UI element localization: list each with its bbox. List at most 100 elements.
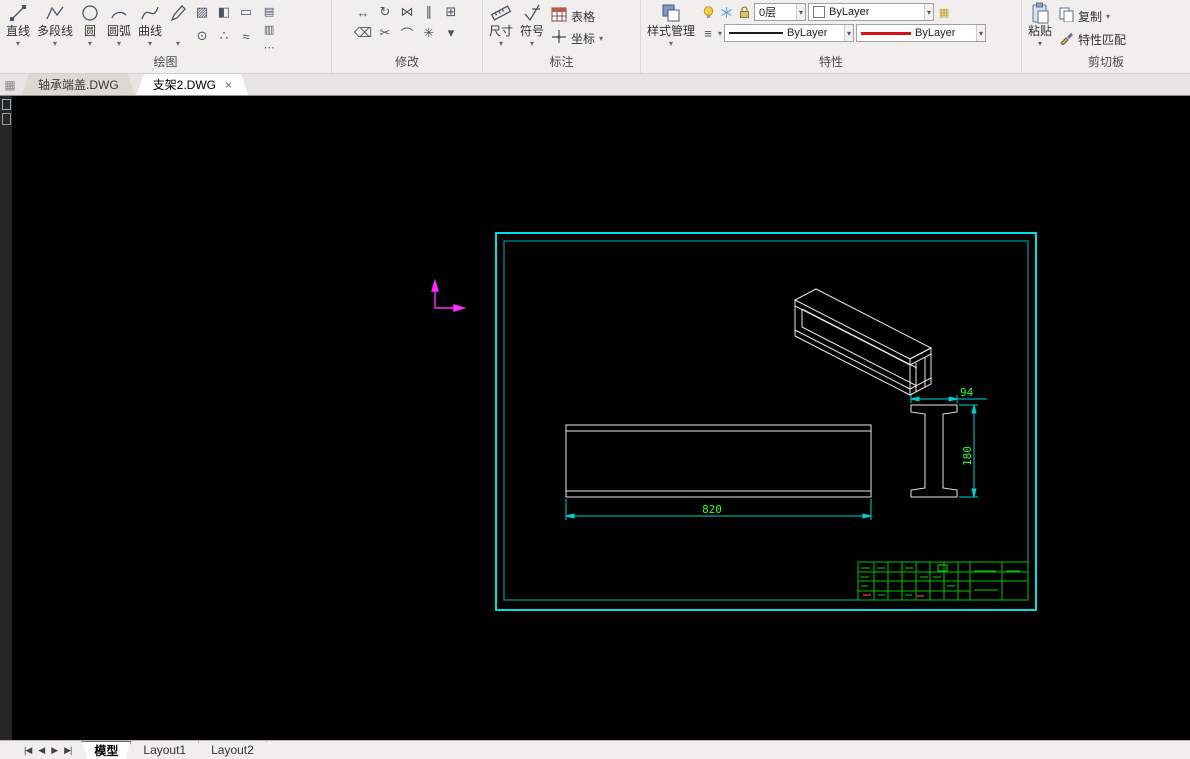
layer-combo[interactable]: 0层 ▾: [754, 3, 807, 21]
match-properties-button[interactable]: 特性匹配: [1057, 29, 1128, 49]
move-icon[interactable]: ↔: [353, 2, 373, 22]
mirror-icon[interactable]: ⋈: [397, 2, 417, 22]
clipboard-group-label: 剪切板: [1087, 55, 1124, 69]
next-layout-button[interactable]: ▶: [51, 745, 58, 756]
chevron-down-icon[interactable]: ▾: [1106, 12, 1110, 21]
tab-model[interactable]: 模型: [81, 741, 131, 759]
pen-sketch-button[interactable]: ▾: [167, 2, 189, 48]
ribbon-group-clipboard: 粘贴 ▾ 复制 ▾ 特性匹配 剪切板: [1022, 0, 1190, 73]
chevron-down-icon[interactable]: ▾: [599, 34, 603, 43]
layout-tab-bar: |◀ ◀ ▶ ▶| 模型 Layout1 Layout2: [0, 740, 1190, 759]
file-tab-label: 支架2.DWG: [152, 78, 217, 92]
dimension-text-180: 180: [961, 446, 974, 466]
chevron-down-icon[interactable]: ▾: [53, 39, 57, 48]
dimension-section-depth: 180: [959, 404, 978, 498]
layer-panel-icon[interactable]: ▥: [261, 21, 277, 37]
previous-layout-button[interactable]: ◀: [38, 745, 45, 756]
erase-icon[interactable]: ⌫: [353, 23, 373, 43]
paste-button[interactable]: 粘贴 ▾: [1026, 2, 1054, 48]
circle-button[interactable]: 圆 ▾: [78, 2, 102, 48]
layer-freeze-icon[interactable]: [718, 4, 734, 20]
match-properties-label: 特性匹配: [1078, 32, 1127, 47]
copy-button[interactable]: 复制 ▾: [1057, 6, 1128, 26]
chevron-down-icon[interactable]: ▾: [530, 39, 534, 48]
chevron-down-icon[interactable]: ▾: [844, 25, 854, 41]
style-manager-button[interactable]: 样式管理 ▾: [645, 2, 697, 48]
table-label: 表格: [571, 9, 596, 24]
tab-layout2-label: Layout2: [211, 743, 254, 757]
chevron-down-icon[interactable]: ▾: [117, 39, 121, 48]
drawing-svg: 94 180 820: [431, 232, 1037, 611]
lineweight-combo[interactable]: ByLayer ▾: [856, 24, 987, 42]
left-tool-strip: [0, 96, 12, 740]
left-tool-icon-1[interactable]: [1, 99, 11, 110]
tab-model-label: 模型: [94, 744, 119, 758]
chevron-down-icon[interactable]: ▾: [16, 39, 20, 48]
chevron-down-icon[interactable]: ▾: [88, 39, 92, 48]
last-layout-button[interactable]: ▶|: [64, 745, 72, 756]
hatch-icon[interactable]: ▨: [192, 2, 212, 22]
point-icon[interactable]: ⊙: [192, 26, 212, 46]
chevron-down-icon[interactable]: ▾: [669, 39, 673, 48]
tab-layout2[interactable]: Layout2: [199, 741, 267, 759]
chevron-down-icon[interactable]: ▾: [924, 4, 934, 20]
symbol-button[interactable]: 符号 ▾: [518, 2, 546, 48]
chevron-down-icon[interactable]: ▾: [148, 39, 152, 48]
dimension-button[interactable]: 尺寸 ▾: [487, 2, 515, 48]
array-icon[interactable]: ⊞: [441, 2, 461, 22]
arc-button[interactable]: 圆弧 ▾: [105, 2, 133, 48]
plot-style-icon[interactable]: ▦: [936, 4, 952, 20]
spline-button[interactable]: 曲线 ▾: [136, 2, 164, 48]
explode-icon[interactable]: ✳: [419, 23, 439, 43]
offset-icon[interactable]: ∥: [419, 2, 439, 22]
chevron-down-icon[interactable]: ▾: [718, 29, 722, 38]
line-button[interactable]: 直线 ▾: [4, 2, 32, 48]
line-label: 直线: [6, 24, 31, 38]
layer-lock-icon[interactable]: [736, 4, 752, 20]
style-manager-label: 样式管理: [647, 24, 696, 38]
ribbon-group-properties: 样式管理 ▾ 0层 ▾ ByLayer ▾ ▦ ≡ ▾ ByLayer ▾ By…: [641, 0, 1022, 73]
spline-icon: [140, 2, 160, 24]
coordinate-button[interactable]: 坐标 ▾: [549, 28, 605, 48]
arc-icon: [109, 2, 129, 24]
revision-cloud-icon[interactable]: ≈: [236, 26, 256, 46]
chevron-down-icon[interactable]: ▾: [976, 25, 986, 41]
drawing-tabs-menu-icon[interactable]: ▦: [2, 77, 18, 93]
drawing-frame: [495, 232, 1037, 611]
model-space-canvas[interactable]: 94 180 820: [12, 96, 1190, 740]
rotate-icon[interactable]: ↻: [375, 2, 395, 22]
properties-menu-icon[interactable]: ≡: [700, 25, 716, 41]
region-icon[interactable]: ▭: [236, 2, 256, 22]
table-button[interactable]: 表格: [549, 6, 605, 26]
file-tab-bearing-cover[interactable]: 轴承端盖.DWG: [22, 74, 135, 95]
fillet-icon[interactable]: ⌒: [397, 23, 417, 43]
modify-group-label: 修改: [394, 55, 419, 69]
chevron-down-icon[interactable]: ▾: [1038, 39, 1042, 48]
chevron-down-icon[interactable]: ▾: [176, 39, 180, 48]
pen-icon: [169, 2, 187, 24]
color-combo[interactable]: ByLayer ▾: [808, 3, 935, 21]
layer-on-bulb-icon[interactable]: [700, 4, 716, 20]
ribbon-group-annotate: 尺寸 ▾ 符号 ▾ 表格 坐标 ▾ 标注: [483, 0, 641, 73]
divide-icon[interactable]: ∴: [214, 26, 234, 46]
polyline-icon: [45, 2, 65, 24]
title-block-red-marks: [863, 594, 924, 597]
trim-icon[interactable]: ✂: [375, 23, 395, 43]
beam-front-view: [565, 424, 872, 498]
chevron-down-icon[interactable]: ▾: [499, 39, 503, 48]
chevron-down-icon[interactable]: ▾: [796, 4, 806, 20]
paste-label: 粘贴: [1028, 24, 1053, 38]
layer-combo-value: 0层: [759, 7, 777, 19]
gradient-icon[interactable]: ◧: [214, 2, 234, 22]
tab-layout1[interactable]: Layout1: [131, 741, 199, 759]
left-tool-icon-2[interactable]: [1, 113, 11, 125]
dimension-label: 尺寸: [489, 24, 514, 38]
linetype-combo[interactable]: ByLayer ▾: [724, 24, 855, 42]
paste-clipboard-icon: [1030, 2, 1050, 24]
modify-more-dropdown[interactable]: ▾: [441, 23, 461, 43]
close-icon[interactable]: ×: [225, 79, 232, 91]
first-layout-button[interactable]: |◀: [24, 745, 32, 756]
file-tab-bracket2[interactable]: 支架2.DWG ×: [137, 74, 248, 95]
polyline-button[interactable]: 多段线 ▾: [35, 2, 75, 48]
table-style-icon[interactable]: ▤: [261, 3, 277, 19]
